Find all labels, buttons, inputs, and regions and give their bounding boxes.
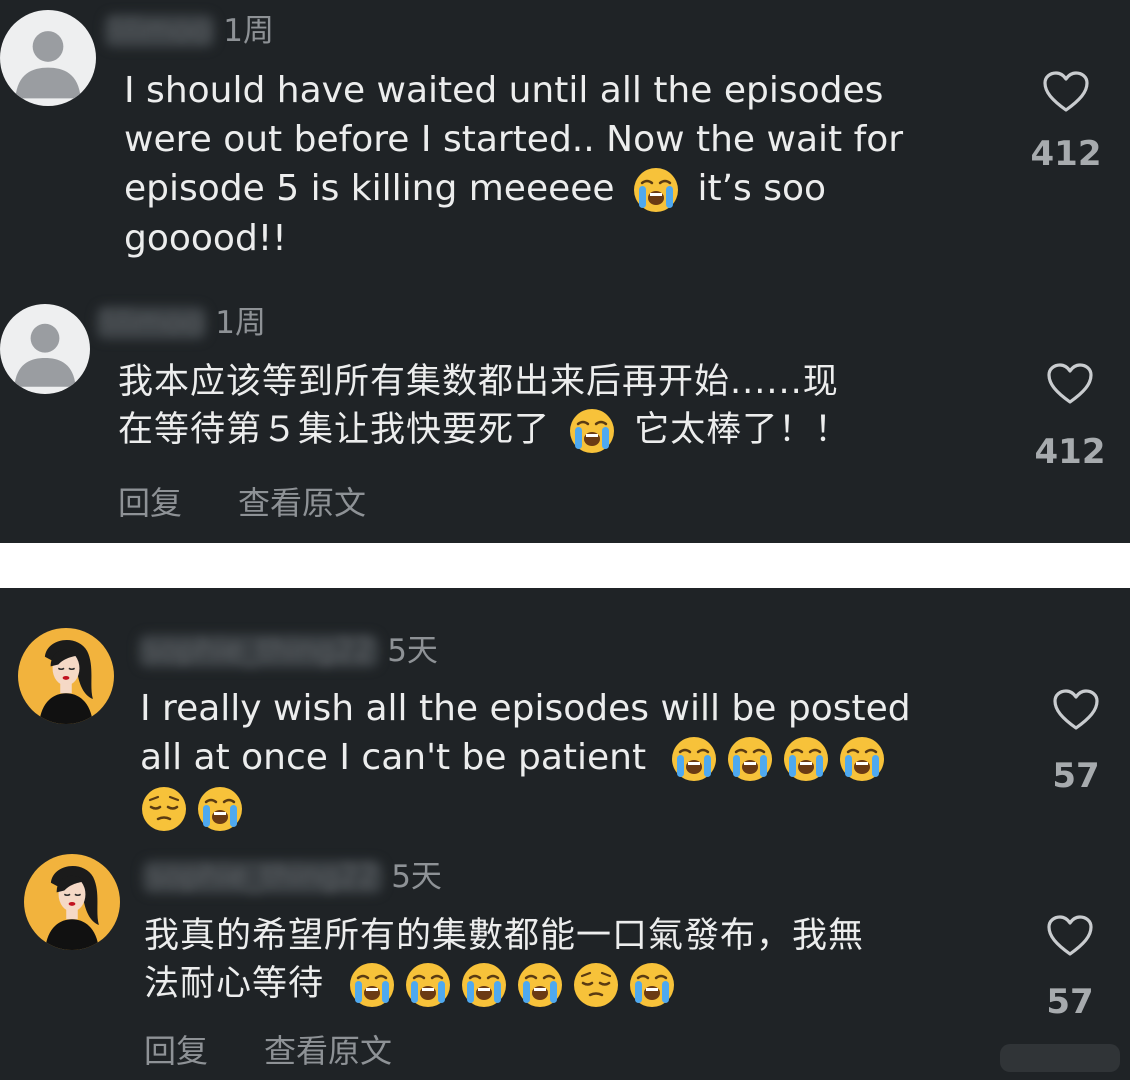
comment-line: 法耐心等待 — [144, 960, 1024, 1009]
view-original-button[interactable]: 查看原文 — [264, 1026, 392, 1072]
avatar[interactable] — [0, 10, 96, 106]
comment-line-part: 它太棒了！！ — [634, 410, 851, 450]
comment-actions: 回复 查看原文 — [118, 478, 366, 524]
username[interactable]: lilimoo — [96, 306, 208, 340]
comment-meta: sophie_thing22 5天 — [142, 860, 442, 894]
pensive-face-icon — [572, 961, 620, 1009]
like-count: 57 — [1046, 982, 1094, 1022]
view-original-button[interactable]: 查看原文 — [238, 478, 366, 524]
pensive-face-icon — [140, 785, 188, 833]
comment-panel-top: lilimoo 1周 I should have waited until al… — [0, 0, 1130, 543]
comment-line: I should have waited until all the episo… — [124, 70, 884, 111]
like-control: 412 — [1030, 362, 1110, 472]
emoji-group — [632, 166, 680, 214]
comment-line-part: 法耐心等待 — [144, 964, 325, 1004]
comment-text: 我真的希望所有的集數都能一口氣發布，我無 法耐心等待 — [144, 912, 1024, 1009]
user-avatar-image — [24, 854, 120, 950]
loudly-crying-face-icon — [196, 785, 244, 833]
loudly-crying-face-icon — [838, 735, 886, 783]
comment-line-part: all at once I can't be patient — [140, 737, 647, 778]
comment-line: gooood!! — [124, 218, 287, 259]
loudly-crying-face-icon — [348, 961, 396, 1009]
comment-line: 在等待第５集让我快要死了 它太棒了！！ — [118, 406, 998, 455]
loudly-crying-face-icon — [670, 735, 718, 783]
default-user-icon — [0, 10, 96, 106]
comment-line: were out before I started.. Now the wait… — [124, 119, 904, 160]
timestamp: 1周 — [215, 305, 267, 341]
comment-meta: sophie_thing22 5天 — [138, 634, 438, 668]
loudly-crying-face-icon — [404, 961, 452, 1009]
heart-icon[interactable] — [1046, 362, 1094, 406]
like-control: 57 — [1030, 914, 1110, 1022]
timestamp: 1周 — [223, 13, 275, 49]
avatar[interactable] — [0, 304, 90, 394]
comment-line: 我真的希望所有的集數都能一口氣發布，我無 — [144, 916, 865, 956]
watermark — [1000, 1044, 1120, 1072]
comment-line-part: 在等待第５集让我快要死了 — [118, 410, 551, 450]
like-count: 57 — [1052, 756, 1100, 796]
comment-line: 我本应该等到所有集数都出来后再开始......现 — [118, 362, 839, 402]
like-control: 412 — [1026, 70, 1106, 174]
like-control: 57 — [1036, 688, 1116, 796]
comment-item: sophie_thing22 5天 我真的希望所有的集數都能一口氣發布，我無 法… — [0, 850, 1130, 1080]
avatar[interactable] — [24, 854, 120, 950]
comment-line-part: it’s soo — [697, 168, 827, 209]
comment-line: all at once I can't be patient — [140, 733, 1020, 783]
heart-icon[interactable] — [1046, 914, 1094, 958]
timestamp: 5天 — [391, 859, 442, 895]
heart-icon[interactable] — [1052, 688, 1100, 732]
comment-item: sophie_thing22 5天 I really wish all the … — [0, 588, 1130, 838]
emoji-group — [140, 785, 244, 833]
loudly-crying-face-icon — [568, 407, 616, 455]
avatar[interactable] — [18, 628, 114, 724]
loudly-crying-face-icon — [516, 961, 564, 1009]
comment-text: I really wish all the episodes will be p… — [140, 684, 1020, 833]
username[interactable]: sophie_thing22 — [142, 860, 384, 894]
comment-text: I should have waited until all the episo… — [124, 66, 1004, 263]
reply-button[interactable]: 回复 — [118, 478, 182, 524]
comment-meta: lilimoo 1周 — [96, 306, 266, 340]
comment-text: 我本应该等到所有集数都出来后再开始......现 在等待第５集让我快要死了 它太… — [118, 358, 998, 455]
comment-line — [140, 783, 1020, 833]
loudly-crying-face-icon — [782, 735, 830, 783]
username[interactable]: sophie_thing22 — [138, 634, 380, 668]
emoji-group — [568, 407, 616, 455]
user-avatar-image — [18, 628, 114, 724]
username[interactable]: lilimoo — [104, 14, 216, 48]
comment-meta: lilimoo 1周 — [104, 14, 274, 48]
like-count: 412 — [1034, 432, 1106, 472]
loudly-crying-face-icon — [628, 961, 676, 1009]
comment-item: lilimoo 1周 我本应该等到所有集数都出来后再开始......现 在等待第… — [0, 300, 1130, 543]
loudly-crying-face-icon — [460, 961, 508, 1009]
comment-line: I really wish all the episodes will be p… — [140, 688, 911, 729]
default-user-icon — [0, 304, 90, 394]
emoji-group — [348, 961, 676, 1009]
comment-line: episode 5 is killing meeeee it’s soo — [124, 164, 1004, 214]
comment-panel-bottom: sophie_thing22 5天 I really wish all the … — [0, 588, 1130, 1080]
emoji-group — [670, 735, 886, 783]
reply-button[interactable]: 回复 — [144, 1026, 208, 1072]
comment-item: lilimoo 1周 I should have waited until al… — [0, 0, 1130, 280]
loudly-crying-face-icon — [632, 166, 680, 214]
comment-actions: 回复 查看原文 — [144, 1026, 392, 1072]
like-count: 412 — [1030, 134, 1102, 174]
heart-icon[interactable] — [1042, 70, 1090, 114]
timestamp: 5天 — [387, 633, 438, 669]
comment-line-part: episode 5 is killing meeeee — [124, 168, 615, 209]
loudly-crying-face-icon — [726, 735, 774, 783]
